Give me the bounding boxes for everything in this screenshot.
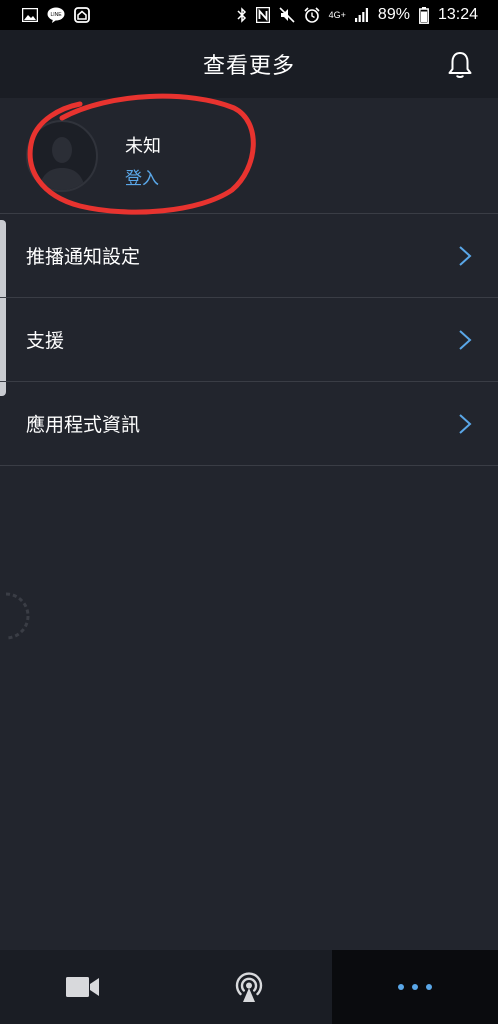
- signal-icon: [354, 8, 369, 22]
- line-app-icon: LINE: [47, 7, 65, 23]
- svg-text:LINE: LINE: [50, 12, 62, 18]
- menu-item-label: 推播通知設定: [26, 246, 141, 268]
- user-silhouette-icon: [38, 137, 86, 190]
- chevron-right-icon: [458, 245, 472, 267]
- bottom-navigation: [0, 950, 498, 1024]
- network-type: 4G+: [328, 10, 346, 20]
- profile-name: 未知: [125, 136, 161, 157]
- loading-spinner-icon: [5, 592, 30, 640]
- menu-item-app-info[interactable]: 應用程式資訊: [0, 382, 498, 466]
- header-bar: 查看更多: [0, 30, 498, 98]
- mute-icon: [279, 7, 295, 23]
- alarm-icon: [304, 7, 320, 23]
- bell-icon: [448, 52, 472, 78]
- bluetooth-icon: [237, 7, 247, 23]
- menu-item-label: 應用程式資訊: [26, 414, 141, 436]
- battery-percent: 89%: [377, 6, 410, 23]
- chevron-right-icon: [458, 413, 472, 435]
- broadcast-icon: [235, 972, 263, 1002]
- battery-icon: [419, 6, 429, 24]
- video-camera-icon: [66, 977, 99, 997]
- clock: 13:24: [437, 6, 478, 23]
- home-app-icon: [74, 7, 90, 23]
- notifications-button[interactable]: [446, 50, 474, 80]
- tab-broadcast[interactable]: [166, 950, 332, 1024]
- tab-more[interactable]: [332, 950, 498, 1024]
- chevron-right-icon: [458, 329, 472, 351]
- menu-item-support[interactable]: 支援: [0, 298, 498, 382]
- tab-video[interactable]: [0, 950, 166, 1024]
- menu-item-push-notifications[interactable]: 推播通知設定: [0, 214, 498, 298]
- menu-item-label: 支援: [26, 330, 65, 352]
- profile-section[interactable]: [0, 98, 498, 214]
- page-title: 查看更多: [202, 54, 295, 79]
- status-bar: LINE 4G+ 89% 13:24: [0, 0, 498, 30]
- status-bar-right: 4G+ 89% 13:24: [237, 6, 478, 24]
- app-screen: LINE 4G+ 89% 13:24 查看更多 未知 登入 推播通知設定 支援 …: [0, 0, 498, 1024]
- image-icon: [22, 8, 38, 22]
- avatar[interactable]: [26, 120, 98, 192]
- status-bar-left: LINE: [22, 7, 90, 23]
- more-dots-icon: [398, 984, 432, 990]
- login-link[interactable]: 登入: [125, 164, 159, 189]
- nfc-icon: [255, 7, 270, 23]
